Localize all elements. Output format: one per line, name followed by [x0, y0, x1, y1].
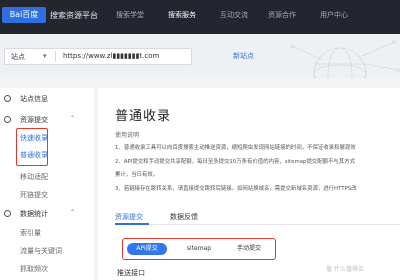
stats-icon [4, 210, 11, 217]
instruction-1: 1、普通收录工具可以向百度搜索主动推送资源，缩短爬虫发现网站链接的时间，不保证收… [115, 145, 356, 151]
sidebar-item-traffic[interactable]: 流量与关键词 [20, 246, 62, 256]
main-content: 普通收录 使用说明 1、普通收录工具可以向百度搜索主动推送资源，缩短爬虫发现网站… [98, 88, 400, 280]
tab-resource-submit[interactable]: 资源提交 [115, 212, 143, 222]
nav-resource-coop[interactable]: 资源合作 [268, 10, 296, 20]
site-label: 站点 [11, 53, 25, 61]
sidebar-item-resource-submit[interactable]: 资源提交 [20, 115, 48, 125]
sidebar-item-fast-include[interactable]: 快速收录 [20, 133, 48, 143]
active-tab-underline [115, 223, 149, 225]
instruction-3: 3、若链接存在跳转关系，请直接提交跳转后链接。如网站换域名，需提交新域名资源，进… [115, 186, 357, 192]
watermark: 值 什么值得买 [326, 266, 364, 273]
platform-name: 搜索资源平台 [50, 11, 98, 20]
page-title: 普通收录 [115, 109, 172, 124]
api-submit-button[interactable]: API提交 [127, 243, 167, 255]
sitemap-button[interactable]: sitemap [179, 243, 219, 255]
tab-data-feedback[interactable]: 数据反馈 [170, 212, 198, 222]
sidebar-item-site-info[interactable]: 站点信息 [20, 94, 48, 104]
add-site-link[interactable]: 新站点 [233, 51, 254, 61]
sidebar-item-crawl[interactable]: 抓取频次 [20, 264, 48, 274]
manual-submit-button[interactable]: 手动提交 [227, 243, 271, 255]
nav-search-service[interactable]: 搜索服务 [168, 10, 196, 20]
instruction-2-cont: 累计，当日有效。 [115, 172, 159, 178]
baidu-logo[interactable]: Bai百度 [2, 7, 46, 23]
section-heading-push-api: 推送接口 [117, 269, 145, 277]
instruction-2: 2、API提交和手动提交共享配额，每日至多提交10万条有价值的内容，sitema… [115, 159, 355, 165]
chevron-down-icon: ▾ [43, 52, 47, 60]
sidebar-item-mobile-adapt[interactable]: 移动适配 [20, 172, 48, 182]
site-url: https://www.zl▮▮▮▮▮▮▮t.com [63, 52, 160, 60]
nav-interaction[interactable]: 互动交流 [220, 10, 248, 20]
nav-user-center[interactable]: 用户中心 [320, 10, 348, 20]
submit-icon [4, 116, 11, 123]
sidebar: 站点信息 资源提交 ⌃ 快速收录 普通收录 移动适配 死链提交 数据统计 ⌃ 索… [0, 88, 94, 280]
sidebar-item-index[interactable]: 索引量 [20, 228, 41, 238]
sidebar-item-dead-link[interactable]: 死链提交 [20, 190, 48, 200]
submit-method-group: API提交 sitemap 手动提交 [122, 238, 276, 260]
chevron-up-icon: ⌃ [70, 115, 76, 122]
site-selector[interactable]: 站点 ▾ https://www.zl▮▮▮▮▮▮▮t.com [4, 48, 192, 65]
top-nav-bar: Bai百度 搜索资源平台 搜索学堂 搜索服务 互动交流 资源合作 用户中心 [0, 0, 400, 34]
globe-network-decoration [290, 40, 400, 78]
tab-divider [115, 224, 400, 225]
usage-heading: 使用说明 [115, 132, 140, 139]
selector-divider [55, 51, 56, 62]
info-icon [4, 95, 11, 102]
site-selector-bar: 站点 ▾ https://www.zl▮▮▮▮▮▮▮t.com 新站点 [0, 34, 400, 78]
nav-search-academy[interactable]: 搜索学堂 [116, 10, 144, 20]
chevron-up-icon: ⌃ [70, 209, 76, 216]
sidebar-item-normal-include[interactable]: 普通收录 [20, 150, 48, 160]
sidebar-item-data-stats[interactable]: 数据统计 [20, 209, 48, 219]
